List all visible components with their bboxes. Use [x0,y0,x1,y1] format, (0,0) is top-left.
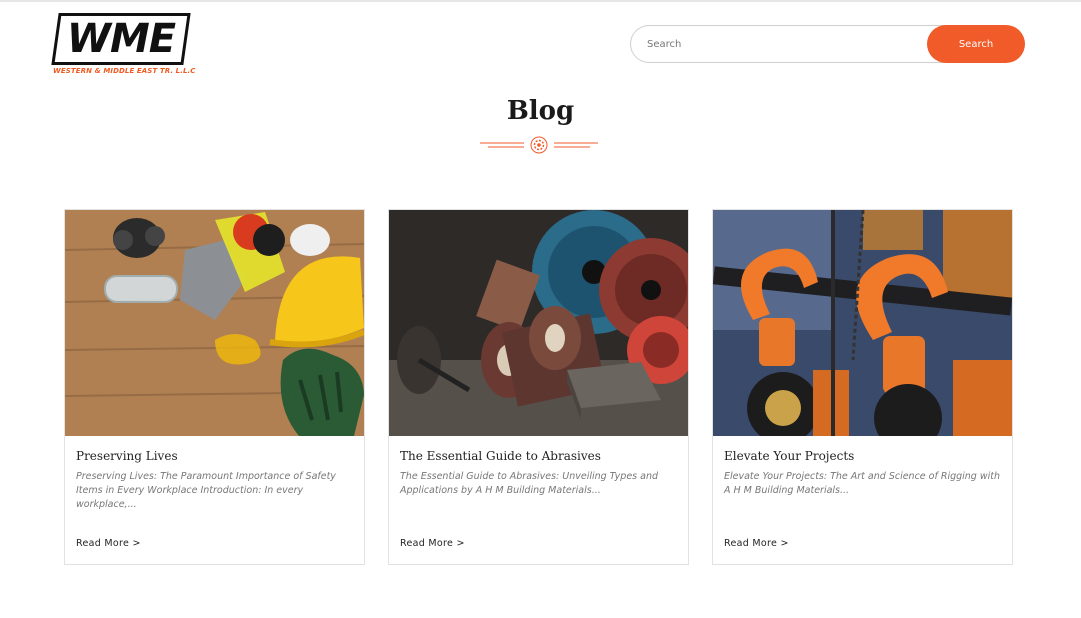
abrasives-image[interactable] [389,210,688,436]
post-excerpt: Elevate Your Projects: The Art and Scien… [724,471,1001,496]
post-title[interactable]: The Essential Guide to Abrasives [400,449,680,463]
search-bar: Search [630,25,1025,63]
search-input[interactable] [630,25,950,63]
post-excerpt: The Essential Guide to Abrasives: Unveil… [400,471,659,496]
logo-subtitle: WESTERN & MIDDLE EAST TR. L.L.C [53,67,196,75]
site-logo[interactable]: WME WESTERN & MIDDLE EAST TR. L.L.C [51,13,196,77]
rigging-hooks-image[interactable] [713,210,1012,436]
blog-card[interactable]: The Essential Guide to Abrasives The Ess… [388,209,689,565]
blog-card[interactable]: Preserving Lives Preserving Lives: The P… [64,209,365,565]
page-title: Blog [506,96,575,126]
read-more-link[interactable]: Read More > [724,538,789,549]
safety-equipment-image[interactable] [65,210,364,436]
read-more-link[interactable]: Read More > [400,538,465,549]
blog-card[interactable]: Elevate Your Projects Elevate Your Proje… [712,209,1013,565]
top-border [0,0,1081,2]
title-divider-icon [480,136,598,154]
post-excerpt: Preserving Lives: The Paramount Importan… [76,471,336,510]
logo-wordmark: WME [61,15,181,63]
post-title[interactable]: Elevate Your Projects [724,449,1004,463]
logo-text: WME [66,16,176,62]
post-title[interactable]: Preserving Lives [76,449,356,463]
read-more-link[interactable]: Read More > [76,538,141,549]
search-button[interactable]: Search [927,25,1025,63]
